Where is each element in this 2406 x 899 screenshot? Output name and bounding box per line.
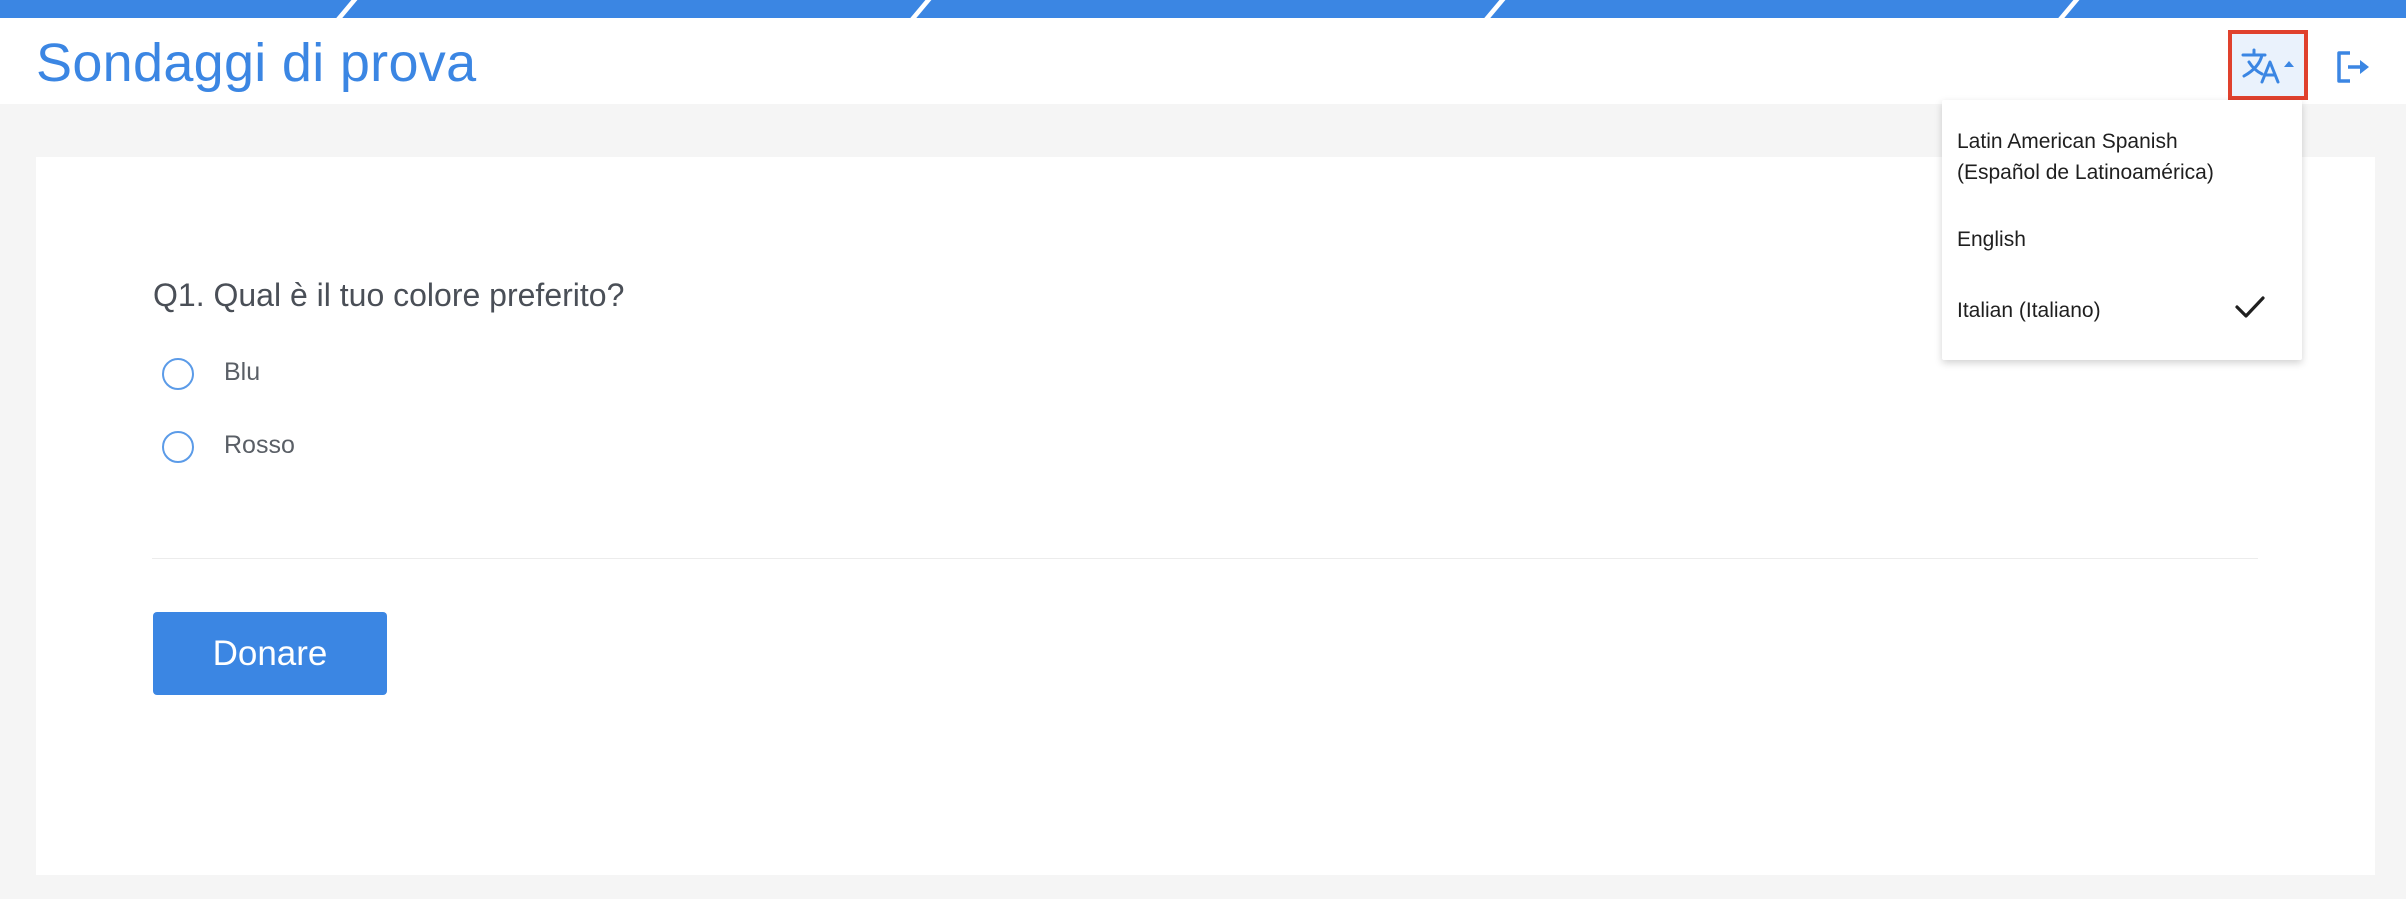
app-header: Sondaggi di prova bbox=[0, 18, 2406, 104]
language-option-sublabel: (Español de Latinoamérica) bbox=[1957, 161, 2214, 184]
top-accent-stripe bbox=[0, 0, 2406, 22]
radio-button[interactable] bbox=[162, 358, 194, 390]
language-selector-button[interactable] bbox=[2228, 30, 2308, 100]
language-option-latin-american-spanish[interactable]: Latin American Spanish (Español de Latin… bbox=[1942, 120, 2302, 190]
language-option-italian[interactable]: Italian (Italiano) bbox=[1942, 289, 2302, 339]
page-title: Sondaggi di prova bbox=[36, 33, 477, 93]
logout-icon bbox=[2337, 51, 2369, 83]
logout-button[interactable] bbox=[2334, 48, 2374, 88]
radio-button[interactable] bbox=[162, 431, 194, 463]
language-option-english[interactable]: English bbox=[1942, 218, 2302, 268]
question-text: Q1. Qual è il tuo colore preferito? bbox=[153, 277, 625, 313]
option-label: Blu bbox=[224, 358, 261, 386]
language-dropdown-menu: Latin American Spanish (Español de Latin… bbox=[1942, 100, 2302, 360]
language-option-label: Latin American Spanish bbox=[1957, 130, 2178, 153]
section-divider bbox=[152, 558, 2258, 559]
donate-button[interactable]: Donare bbox=[153, 612, 387, 695]
option-label: Rosso bbox=[224, 431, 295, 459]
language-option-label: Italian (Italiano) bbox=[1957, 299, 2101, 322]
check-icon bbox=[2235, 296, 2265, 318]
translate-icon bbox=[2241, 48, 2294, 84]
language-option-label: English bbox=[1957, 228, 2026, 251]
